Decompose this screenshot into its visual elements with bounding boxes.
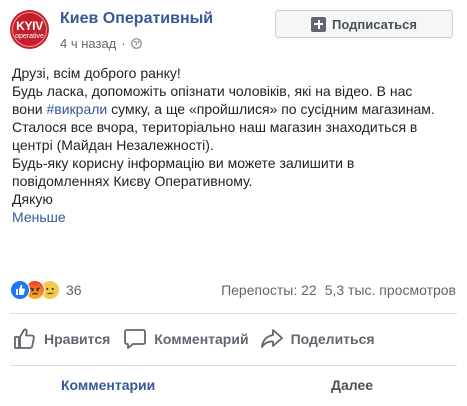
see-less-link[interactable]: Меньше xyxy=(12,208,457,226)
post-timestamp[interactable]: 4 ч назад xyxy=(60,36,116,51)
post-line: вони #викрали сумку, а ще «пройшлися» по… xyxy=(12,100,457,118)
globe-icon xyxy=(130,38,142,49)
page-name-link[interactable]: Киев Оперативный xyxy=(60,10,213,28)
like-label: Нравится xyxy=(44,331,111,347)
reaction-count: 36 xyxy=(66,282,82,298)
comments-link[interactable]: Комментарии xyxy=(61,377,155,393)
post-line: Сталося все вчора, територіально наш маг… xyxy=(12,119,418,135)
post-line: Будь ласка, допоможіть опізнати чоловікі… xyxy=(12,83,413,99)
shares-count-link[interactable]: Перепосты: 22 xyxy=(221,282,317,298)
post-meta: 4 ч назад · xyxy=(60,36,142,51)
post-line: Будь-яку корисну інформацію ви можете за… xyxy=(12,155,355,171)
post-line: повідомленнях Києву Оперативному. xyxy=(12,173,253,189)
share-button[interactable]: Поделиться xyxy=(259,326,375,352)
add-page-icon xyxy=(310,16,326,32)
post-line: Дякую xyxy=(12,191,53,207)
comment-button[interactable]: Комментарий xyxy=(122,326,249,352)
share-label: Поделиться xyxy=(290,331,375,347)
comment-bubble-icon xyxy=(124,329,147,349)
thumbs-up-icon xyxy=(14,328,35,349)
post-line: центрі (Майдан Незалежності). xyxy=(12,137,214,153)
page-avatar[interactable]: KYIV operative xyxy=(10,10,49,49)
avatar-logo-subtext: operative xyxy=(15,33,44,40)
share-arrow-icon xyxy=(260,329,283,348)
post-actions-bar: Нравится Комментарий Поделиться xyxy=(10,322,457,356)
subscribe-label: Подписаться xyxy=(331,16,417,32)
post-line: Друзі, всім доброго ранку! xyxy=(12,65,181,81)
subscribe-button[interactable]: Подписаться xyxy=(275,10,453,38)
divider xyxy=(10,313,457,314)
like-button[interactable]: Нравится xyxy=(12,326,110,352)
divider xyxy=(10,365,457,366)
post-line-text: сумку, а ще «пройшлися» по сусідним мага… xyxy=(107,101,435,117)
hashtag-link[interactable]: #викрали xyxy=(47,101,108,117)
post-text: Друзі, всім доброго ранку! Будь ласка, д… xyxy=(12,64,457,226)
avatar-logo-text: KYIV xyxy=(16,19,43,33)
post-line-text: вони xyxy=(12,101,47,117)
comment-label: Комментарий xyxy=(154,331,249,347)
views-count: 5,3 тыс. просмотров xyxy=(324,282,456,298)
next-link[interactable]: Далее xyxy=(331,377,373,393)
post-stats: Перепосты: 22 5,3 тыс. просмотров xyxy=(221,282,456,298)
reactions-summary[interactable]: 36 xyxy=(10,280,82,300)
like-icon xyxy=(10,280,30,300)
separator-dot: · xyxy=(121,36,126,51)
